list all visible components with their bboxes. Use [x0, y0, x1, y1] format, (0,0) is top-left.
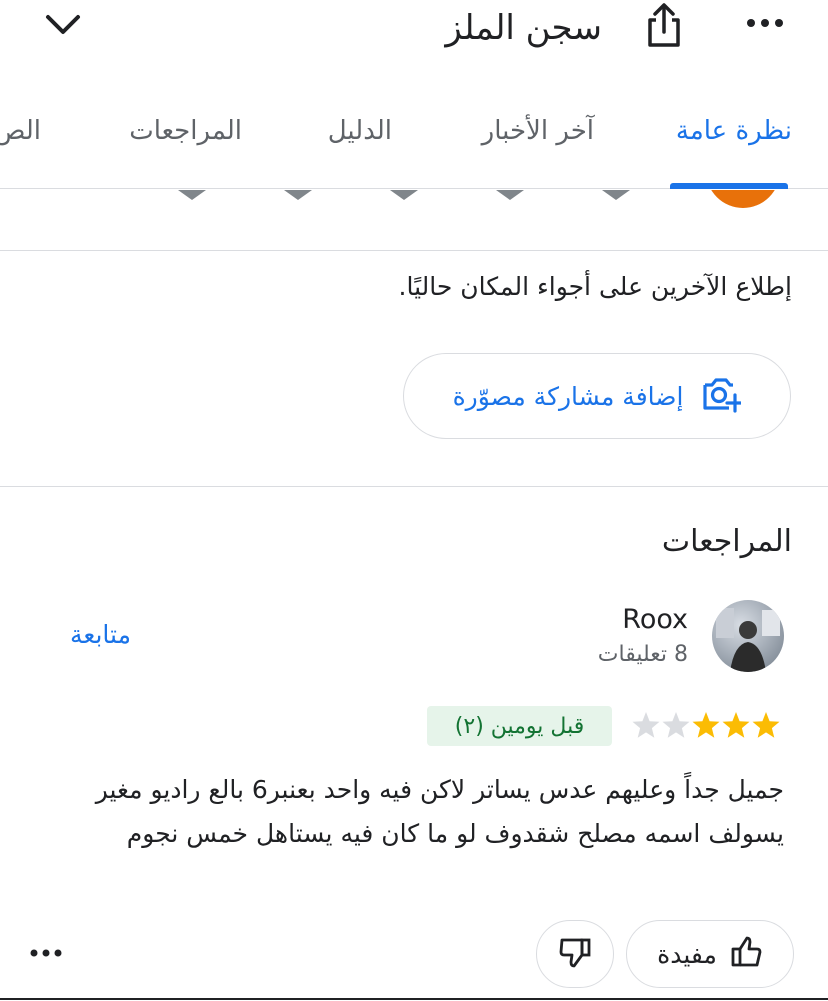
divider	[0, 250, 828, 251]
review-rating-stars	[630, 710, 786, 746]
add-photo-label: إضافة مشاركة مصوّرة	[452, 381, 684, 411]
add-photo-icon	[701, 375, 744, 417]
reviews-heading: المراجعات	[661, 524, 792, 559]
tab-overview[interactable]: نظرة عامة	[676, 116, 792, 146]
review-time-badge: قبل يومين (٢)	[427, 706, 612, 746]
bottom-divider	[0, 998, 828, 1000]
tab-bar: نظرة عامة آخر الأخبار الدليل المراجعات ا…	[0, 84, 828, 189]
dislike-button[interactable]	[536, 920, 614, 988]
tab-photos-partial[interactable]: الص	[0, 116, 41, 146]
user-avatar-partial	[706, 190, 780, 208]
rate-stars-row	[170, 190, 660, 206]
tab-reviews[interactable]: المراجعات	[129, 116, 242, 146]
helpful-label: مفيدة	[657, 939, 717, 969]
share-icon[interactable]	[638, 0, 690, 50]
reviewer-name[interactable]: Roox	[622, 604, 688, 635]
star-icon	[632, 712, 780, 738]
active-tab-indicator	[670, 183, 788, 189]
thumbs-up-icon	[729, 935, 763, 973]
place-title: سجن الملز	[445, 8, 602, 48]
review-more-icon[interactable]	[30, 938, 70, 968]
top-bar: سجن الملز	[0, 0, 828, 84]
chevron-down-icon[interactable]	[36, 8, 90, 42]
follow-button[interactable]: متابعة	[70, 620, 131, 649]
divider	[0, 486, 828, 487]
tab-directory[interactable]: الدليل	[328, 116, 392, 146]
review-text: جميل جداً وعليهم عدس يساتر لاكن فيه واحد…	[95, 775, 784, 848]
tab-updates[interactable]: آخر الأخبار	[482, 116, 594, 146]
more-horizontal-icon[interactable]	[740, 6, 790, 40]
helpful-button[interactable]: مفيدة	[626, 920, 794, 988]
reviewer-avatar[interactable]	[712, 600, 784, 672]
star-icon[interactable]	[170, 190, 660, 206]
vibe-prompt-text: إطلاع الآخرين على أجواء المكان حاليًا.	[398, 272, 793, 301]
add-photo-post-button[interactable]: إضافة مشاركة مصوّرة	[403, 353, 791, 439]
thumbs-down-icon	[558, 935, 592, 973]
reviewer-meta: 8 تعليقات	[597, 642, 688, 667]
